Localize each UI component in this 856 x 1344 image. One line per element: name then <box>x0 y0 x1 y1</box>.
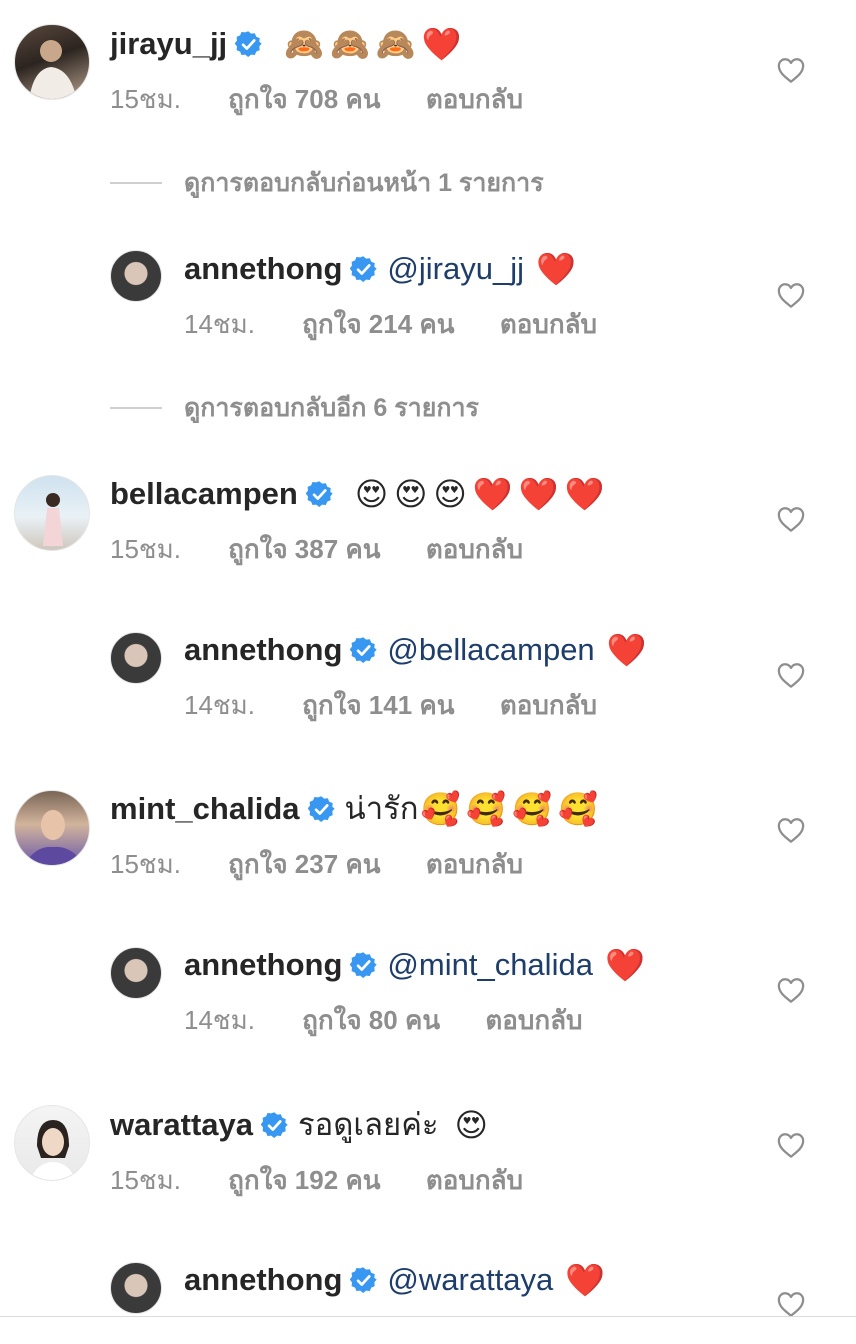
like-count[interactable]: ถูกใจ 80 คน <box>302 1003 440 1037</box>
username[interactable]: annethong <box>184 945 342 985</box>
view-replies-button[interactable]: ดูการตอบกลับก่อนหน้า 1 รายการ <box>110 163 544 203</box>
comment-emoji: 😍 <box>454 1107 494 1143</box>
timestamp: 14ชม. <box>184 690 255 720</box>
username[interactable]: annethong <box>184 249 342 289</box>
timestamp: 15ชม. <box>110 84 181 114</box>
comment-emoji: ❤️ <box>606 632 653 668</box>
comment-emoji: 😍😍😍❤️❤️❤️ <box>354 476 611 512</box>
comment-emoji: 🙈🙈🙈❤️ <box>284 26 468 62</box>
reply-button[interactable]: ตอบกลับ <box>500 307 597 341</box>
reply-button[interactable]: ตอบกลับ <box>426 1163 523 1197</box>
verified-badge-icon <box>350 637 377 664</box>
reply-button[interactable]: ตอบกลับ <box>426 847 523 881</box>
heart-outline-icon[interactable] <box>776 661 806 689</box>
divider <box>110 407 162 409</box>
avatar[interactable] <box>110 1262 162 1314</box>
username[interactable]: annethong <box>184 1260 342 1300</box>
like-count[interactable]: ถูกใจ 192 คน <box>228 1163 380 1197</box>
mention-link[interactable]: @mint_chalida <box>387 945 593 985</box>
avatar[interactable] <box>14 475 90 551</box>
verified-badge-icon <box>350 1267 377 1294</box>
heart-outline-icon[interactable] <box>776 1131 806 1159</box>
avatar[interactable] <box>14 790 90 866</box>
view-replies-button[interactable]: ดูการตอบกลับอีก 6 รายการ <box>110 388 479 428</box>
avatar[interactable] <box>110 947 162 999</box>
mention-link[interactable]: @jirayu_jj <box>387 249 524 289</box>
view-replies-label: ดูการตอบกลับอีก 6 รายการ <box>184 394 479 422</box>
verified-badge-icon <box>235 31 262 58</box>
timestamp: 15ชม. <box>110 1165 181 1195</box>
verified-badge-icon <box>261 1112 288 1139</box>
reply-button[interactable]: ตอบกลับ <box>500 688 597 722</box>
like-count[interactable]: ถูกใจ 387 คน <box>228 532 380 566</box>
like-count[interactable]: ถูกใจ 214 คน <box>302 307 454 341</box>
mention-link[interactable]: @bellacampen <box>387 630 594 670</box>
avatar[interactable] <box>14 24 90 100</box>
verified-badge-icon <box>306 481 333 508</box>
timestamp: 14ชม. <box>184 1005 255 1035</box>
reply-button[interactable]: ตอบกลับ <box>426 532 523 566</box>
comment-emoji: ❤️ <box>565 1262 612 1298</box>
heart-outline-icon[interactable] <box>776 281 806 309</box>
heart-outline-icon[interactable] <box>776 56 806 84</box>
mention-link[interactable]: @warattaya <box>387 1260 553 1300</box>
username[interactable]: jirayu_jj <box>110 24 227 64</box>
comment-emoji: ❤️ <box>536 251 582 287</box>
comment-text: รอดูเลยค่ะ <box>298 1107 439 1142</box>
timestamp: 15ชม. <box>110 534 181 564</box>
divider <box>0 1316 856 1317</box>
username[interactable]: warattaya <box>110 1105 253 1145</box>
avatar[interactable] <box>110 250 162 302</box>
comment-emoji: 🥰🥰🥰🥰 <box>420 791 604 827</box>
reply-button[interactable]: ตอบกลับ <box>426 82 523 116</box>
divider <box>110 182 162 184</box>
heart-outline-icon[interactable] <box>776 1290 806 1318</box>
username[interactable]: bellacampen <box>110 474 298 514</box>
timestamp: 14ชม. <box>184 309 255 339</box>
timestamp: 15ชม. <box>110 849 181 879</box>
like-count[interactable]: ถูกใจ 237 คน <box>228 847 380 881</box>
heart-outline-icon[interactable] <box>776 816 806 844</box>
verified-badge-icon <box>350 952 377 979</box>
like-count[interactable]: ถูกใจ 708 คน <box>228 82 380 116</box>
avatar[interactable] <box>110 632 162 684</box>
heart-outline-icon[interactable] <box>776 976 806 1004</box>
like-count[interactable]: ถูกใจ 141 คน <box>302 688 454 722</box>
reply-button[interactable]: ตอบกลับ <box>485 1003 582 1037</box>
heart-outline-icon[interactable] <box>776 505 806 533</box>
view-replies-label: ดูการตอบกลับก่อนหน้า 1 รายการ <box>184 169 544 197</box>
username[interactable]: mint_chalida <box>110 789 300 829</box>
comment-text: น่ารัก <box>344 791 419 826</box>
verified-badge-icon <box>308 796 335 823</box>
avatar[interactable] <box>14 1105 90 1181</box>
verified-badge-icon <box>350 256 377 283</box>
username[interactable]: annethong <box>184 630 342 670</box>
comment-emoji: ❤️ <box>604 947 651 983</box>
